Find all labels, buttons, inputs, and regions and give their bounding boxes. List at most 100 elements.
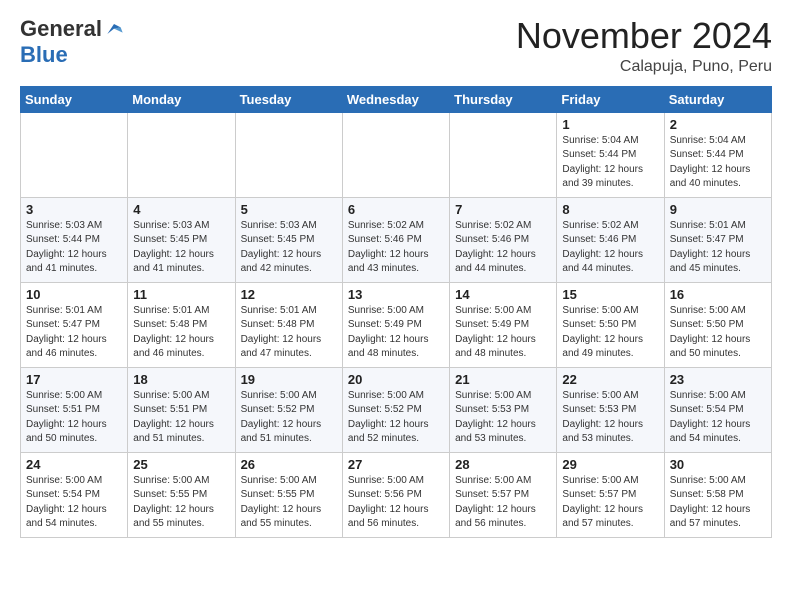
day-info: Sunrise: 5:00 AM Sunset: 5:52 PM Dayligh… xyxy=(348,389,444,447)
calendar-cell: 25 Sunrise: 5:00 AM Sunset: 5:55 PM Dayli… xyxy=(128,452,235,537)
day-number: 26 xyxy=(241,457,337,472)
day-number: 8 xyxy=(562,202,658,217)
day-info: Sunrise: 5:00 AM Sunset: 5:52 PM Dayligh… xyxy=(241,389,337,447)
weekday-header-thursday: Thursday xyxy=(450,86,557,112)
calendar-cell: 13Sunrise: 5:00 AM Sunset: 5:49 PM Dayli… xyxy=(342,282,449,367)
day-number: 15 xyxy=(562,287,658,302)
calendar-cell: 23 Sunrise: 5:00 AM Sunset: 5:54 PM Dayli… xyxy=(664,367,771,452)
day-info: Sunrise: 5:01 AM Sunset: 5:47 PM Dayligh… xyxy=(26,304,122,362)
day-number: 14 xyxy=(455,287,551,302)
day-info: Sunrise: 5:00 AM Sunset: 5:53 PM Dayligh… xyxy=(455,389,551,447)
location-title: Calapuja, Puno, Peru xyxy=(516,58,772,76)
day-info: Sunrise: 5:00 AM Sunset: 5:53 PM Dayligh… xyxy=(562,389,658,447)
day-number: 24 xyxy=(26,457,122,472)
day-info: Sunrise: 5:01 AM Sunset: 5:47 PM Dayligh… xyxy=(670,219,766,277)
day-number: 10 xyxy=(26,287,122,302)
day-info: Sunrise: 5:00 AM Sunset: 5:57 PM Dayligh… xyxy=(562,474,658,532)
calendar-cell: 3Sunrise: 5:03 AM Sunset: 5:44 PM Daylig… xyxy=(21,197,128,282)
title-block: November 2024 Calapuja, Puno, Peru xyxy=(516,16,772,76)
calendar-cell: 30Sunrise: 5:00 AM Sunset: 5:58 PM Dayli… xyxy=(664,452,771,537)
calendar-cell: 10 Sunrise: 5:01 AM Sunset: 5:47 PM Dayli… xyxy=(21,282,128,367)
calendar-cell: 19 Sunrise: 5:00 AM Sunset: 5:52 PM Dayli… xyxy=(235,367,342,452)
calendar-cell: 4 Sunrise: 5:03 AM Sunset: 5:45 PM Daylig… xyxy=(128,197,235,282)
calendar-header: SundayMondayTuesdayWednesdayThursdayFrid… xyxy=(21,86,772,112)
calendar-cell: 9 Sunrise: 5:01 AM Sunset: 5:47 PM Daylig… xyxy=(664,197,771,282)
day-number: 23 xyxy=(670,372,766,387)
weekday-header-sunday: Sunday xyxy=(21,86,128,112)
day-info: Sunrise: 5:01 AM Sunset: 5:48 PM Dayligh… xyxy=(241,304,337,362)
day-info: Sunrise: 5:00 AM Sunset: 5:55 PM Dayligh… xyxy=(241,474,337,532)
day-info: Sunrise: 5:03 AM Sunset: 5:44 PM Dayligh… xyxy=(26,219,122,277)
day-number: 2 xyxy=(670,117,766,132)
weekday-header-row: SundayMondayTuesdayWednesdayThursdayFrid… xyxy=(21,86,772,112)
day-number: 18 xyxy=(133,372,229,387)
calendar-cell: 28 Sunrise: 5:00 AM Sunset: 5:57 PM Dayli… xyxy=(450,452,557,537)
day-number: 12 xyxy=(241,287,337,302)
calendar-table: SundayMondayTuesdayWednesdayThursdayFrid… xyxy=(20,86,772,538)
day-info: Sunrise: 5:00 AM Sunset: 5:50 PM Dayligh… xyxy=(562,304,658,362)
day-number: 4 xyxy=(133,202,229,217)
weekday-header-friday: Friday xyxy=(557,86,664,112)
day-number: 1 xyxy=(562,117,658,132)
day-number: 30 xyxy=(670,457,766,472)
calendar-week-row: 10 Sunrise: 5:01 AM Sunset: 5:47 PM Dayli… xyxy=(21,282,772,367)
day-info: Sunrise: 5:00 AM Sunset: 5:57 PM Dayligh… xyxy=(455,474,551,532)
day-info: Sunrise: 5:04 AM Sunset: 5:44 PM Dayligh… xyxy=(562,134,658,192)
day-number: 11 xyxy=(133,287,229,302)
calendar-cell xyxy=(450,112,557,197)
day-number: 5 xyxy=(241,202,337,217)
day-info: Sunrise: 5:02 AM Sunset: 5:46 PM Dayligh… xyxy=(348,219,444,277)
day-number: 22 xyxy=(562,372,658,387)
day-number: 20 xyxy=(348,372,444,387)
calendar-cell: 15 Sunrise: 5:00 AM Sunset: 5:50 PM Dayli… xyxy=(557,282,664,367)
calendar-cell: 14 Sunrise: 5:00 AM Sunset: 5:49 PM Dayli… xyxy=(450,282,557,367)
day-info: Sunrise: 5:00 AM Sunset: 5:55 PM Dayligh… xyxy=(133,474,229,532)
day-number: 7 xyxy=(455,202,551,217)
calendar-week-row: 24Sunrise: 5:00 AM Sunset: 5:54 PM Dayli… xyxy=(21,452,772,537)
weekday-header-tuesday: Tuesday xyxy=(235,86,342,112)
day-number: 13 xyxy=(348,287,444,302)
page: General Blue November 2024 Calapuja, Pun… xyxy=(0,0,792,554)
calendar-cell: 21 Sunrise: 5:00 AM Sunset: 5:53 PM Dayli… xyxy=(450,367,557,452)
calendar-cell: 16Sunrise: 5:00 AM Sunset: 5:50 PM Dayli… xyxy=(664,282,771,367)
header: General Blue November 2024 Calapuja, Pun… xyxy=(20,16,772,76)
calendar-week-row: 1 Sunrise: 5:04 AM Sunset: 5:44 PM Daylig… xyxy=(21,112,772,197)
calendar-cell: 26 Sunrise: 5:00 AM Sunset: 5:55 PM Dayli… xyxy=(235,452,342,537)
calendar-cell: 17Sunrise: 5:00 AM Sunset: 5:51 PM Dayli… xyxy=(21,367,128,452)
day-info: Sunrise: 5:00 AM Sunset: 5:51 PM Dayligh… xyxy=(133,389,229,447)
day-info: Sunrise: 5:03 AM Sunset: 5:45 PM Dayligh… xyxy=(133,219,229,277)
day-number: 29 xyxy=(562,457,658,472)
logo-blue-text: Blue xyxy=(20,42,68,67)
logo-general-text: General xyxy=(20,16,102,42)
calendar-cell: 11 Sunrise: 5:01 AM Sunset: 5:48 PM Dayli… xyxy=(128,282,235,367)
day-number: 25 xyxy=(133,457,229,472)
day-number: 28 xyxy=(455,457,551,472)
day-info: Sunrise: 5:02 AM Sunset: 5:46 PM Dayligh… xyxy=(562,219,658,277)
calendar-cell xyxy=(21,112,128,197)
calendar-cell xyxy=(342,112,449,197)
calendar-body: 1 Sunrise: 5:04 AM Sunset: 5:44 PM Daylig… xyxy=(21,112,772,537)
day-info: Sunrise: 5:01 AM Sunset: 5:48 PM Dayligh… xyxy=(133,304,229,362)
day-number: 9 xyxy=(670,202,766,217)
weekday-header-saturday: Saturday xyxy=(664,86,771,112)
calendar-cell: 29 Sunrise: 5:00 AM Sunset: 5:57 PM Dayli… xyxy=(557,452,664,537)
calendar-cell xyxy=(128,112,235,197)
calendar-cell: 8 Sunrise: 5:02 AM Sunset: 5:46 PM Daylig… xyxy=(557,197,664,282)
calendar-cell: 1 Sunrise: 5:04 AM Sunset: 5:44 PM Daylig… xyxy=(557,112,664,197)
day-info: Sunrise: 5:00 AM Sunset: 5:50 PM Dayligh… xyxy=(670,304,766,362)
day-info: Sunrise: 5:04 AM Sunset: 5:44 PM Dayligh… xyxy=(670,134,766,192)
day-number: 21 xyxy=(455,372,551,387)
weekday-header-wednesday: Wednesday xyxy=(342,86,449,112)
day-info: Sunrise: 5:00 AM Sunset: 5:54 PM Dayligh… xyxy=(670,389,766,447)
day-info: Sunrise: 5:00 AM Sunset: 5:56 PM Dayligh… xyxy=(348,474,444,532)
calendar-cell: 22 Sunrise: 5:00 AM Sunset: 5:53 PM Dayli… xyxy=(557,367,664,452)
day-number: 19 xyxy=(241,372,337,387)
logo-bird-icon xyxy=(104,19,124,39)
calendar-cell: 7Sunrise: 5:02 AM Sunset: 5:46 PM Daylig… xyxy=(450,197,557,282)
calendar-cell: 18 Sunrise: 5:00 AM Sunset: 5:51 PM Dayli… xyxy=(128,367,235,452)
day-info: Sunrise: 5:00 AM Sunset: 5:49 PM Dayligh… xyxy=(455,304,551,362)
day-number: 17 xyxy=(26,372,122,387)
calendar-week-row: 3Sunrise: 5:03 AM Sunset: 5:44 PM Daylig… xyxy=(21,197,772,282)
day-number: 6 xyxy=(348,202,444,217)
calendar-cell: 6 Sunrise: 5:02 AM Sunset: 5:46 PM Daylig… xyxy=(342,197,449,282)
